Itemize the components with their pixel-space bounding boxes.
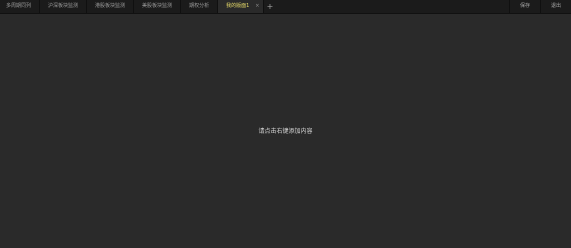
- tab-shanghai-shenzhen-sectors[interactable]: 沪深板块监测: [40, 0, 88, 13]
- workspace-area[interactable]: 请点击右键添加内容: [0, 14, 571, 248]
- empty-workspace-hint: 请点击右键添加内容: [258, 128, 313, 135]
- tab-options-analysis[interactable]: 期权分析: [181, 0, 219, 13]
- tab-multi-period[interactable]: 多周期同列: [0, 0, 41, 13]
- tab-bar-spacer: [275, 0, 509, 13]
- close-icon[interactable]: ×: [255, 0, 259, 13]
- tab-hk-sectors[interactable]: 港股板块监测: [87, 0, 135, 13]
- tab-us-sectors[interactable]: 美股板块监测: [134, 0, 182, 13]
- tab-bar: 多周期同列 沪深板块监测 港股板块监测 美股板块监测 期权分析 我的版面1 × …: [0, 0, 571, 14]
- more-button[interactable]: 退出: [539, 0, 571, 13]
- app-window: 多周期同列 沪深板块监测 港股板块监测 美股板块监测 期权分析 我的版面1 × …: [0, 0, 571, 248]
- add-tab-icon[interactable]: +: [264, 0, 275, 13]
- tab-my-layout-label: 我的版面1: [226, 3, 250, 9]
- tab-my-layout[interactable]: 我的版面1 ×: [218, 0, 265, 13]
- save-button[interactable]: 保存: [508, 0, 540, 13]
